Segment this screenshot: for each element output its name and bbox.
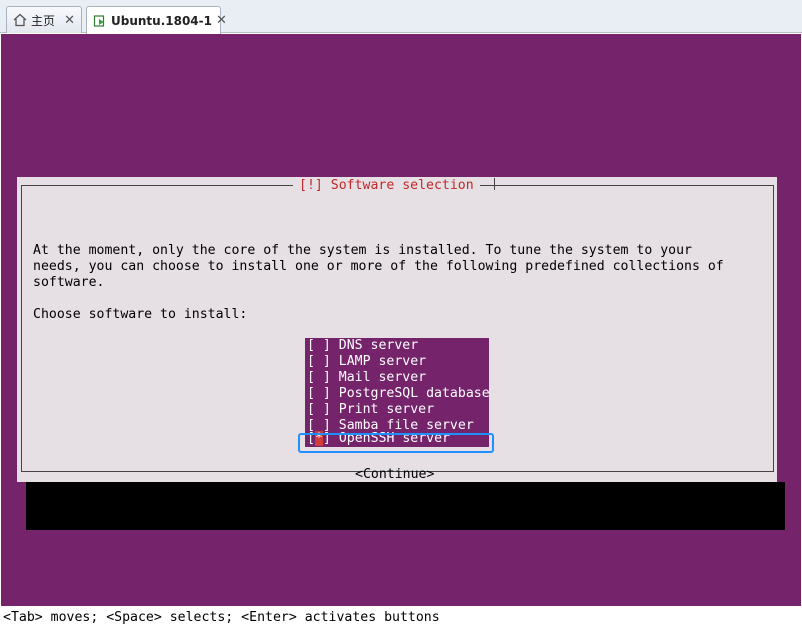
tab-ubuntu-vm-close-icon[interactable]: ✕ bbox=[216, 13, 227, 28]
list-item-lamp[interactable]: [ ] LAMP server bbox=[305, 354, 489, 370]
dialog-title: [!] Software selection bbox=[293, 177, 480, 194]
item-label: Mail server bbox=[338, 370, 427, 385]
item-label: Print server bbox=[338, 402, 435, 417]
list-item-print[interactable]: [ ] Print server bbox=[305, 402, 489, 418]
software-selection-dialog: [!] Software selection At the moment, on… bbox=[17, 177, 777, 482]
tab-home[interactable]: 主页 ✕ bbox=[6, 6, 82, 33]
dialog-description: At the moment, only the core of the syst… bbox=[33, 243, 724, 290]
checkbox-mark: [ ] bbox=[307, 338, 331, 353]
tab-bar: 主页 ✕ Ubuntu.1804-1 ✕ bbox=[0, 0, 802, 34]
list-item-postgresql[interactable]: [ ] PostgreSQL database bbox=[305, 386, 489, 402]
dialog-shadow bbox=[26, 482, 785, 530]
checkbox-mark: [ ] bbox=[307, 402, 331, 417]
checkbox-mark: [ ] bbox=[307, 370, 331, 385]
item-label: PostgreSQL database bbox=[338, 386, 489, 401]
tab-ubuntu-vm-label: Ubuntu.1804-1 bbox=[111, 13, 212, 28]
list-item-samba[interactable]: [ ] Samba file server bbox=[305, 418, 489, 431]
vm-console[interactable]: [!] Software selection At the moment, on… bbox=[1, 34, 801, 634]
title-right-tick bbox=[494, 178, 495, 190]
item-label: LAMP server bbox=[338, 354, 427, 369]
status-hint: <Tab> moves; <Space> selects; <Enter> ac… bbox=[3, 609, 801, 627]
software-list[interactable]: [ ] DNS server [ ] LAMP server [ ] Mail … bbox=[305, 338, 489, 447]
list-item-mail[interactable]: [ ] Mail server bbox=[305, 370, 489, 386]
vm-icon bbox=[93, 14, 107, 28]
checkbox-mark: [ ] bbox=[307, 386, 331, 401]
list-item-dns[interactable]: [ ] DNS server bbox=[305, 338, 489, 354]
checkbox-mark: [ ] bbox=[307, 418, 331, 431]
home-icon bbox=[13, 13, 27, 27]
item-label: DNS server bbox=[338, 338, 419, 353]
continue-button[interactable]: <Continue> bbox=[355, 467, 434, 483]
choose-software-label: Choose software to install: bbox=[33, 307, 248, 322]
selection-highlight-box bbox=[298, 433, 494, 453]
tab-home-close-icon[interactable]: ✕ bbox=[64, 13, 75, 28]
item-label: Samba file server bbox=[338, 418, 474, 431]
tab-ubuntu-vm[interactable]: Ubuntu.1804-1 ✕ bbox=[86, 6, 227, 34]
tab-home-label: 主页 bbox=[31, 13, 56, 28]
checkbox-mark: [ ] bbox=[307, 354, 331, 369]
